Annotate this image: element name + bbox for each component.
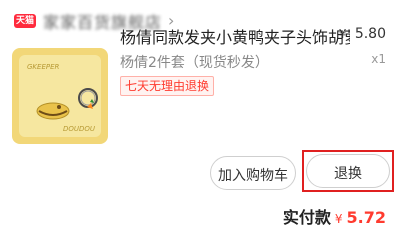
total-value: 5.72 [346,208,386,227]
carrot-ring-icon [78,88,98,109]
price-value: 5.80 [354,26,386,42]
total-currency: ¥ [334,212,343,226]
product-thumbnail[interactable]: GKEEPER DOUDOU [12,48,108,144]
return-button-highlight [302,150,394,192]
product-quantity: x1 [371,52,386,66]
tmall-badge: 天猫 [14,14,36,28]
total-paid: 实付款 ¥ 5.72 [283,204,386,228]
add-to-cart-button[interactable]: 加入购物车 [210,156,296,190]
product-title[interactable]: 杨倩同款发夹小黄鸭夹子头饰胡萝卜 [120,24,350,48]
duck-clip-icon [36,102,70,120]
total-label: 实付款 [282,208,331,227]
thumbnail-brand-tag-2: DOUDOU [62,125,95,133]
return-policy-badge: 七天无理由退换 [120,76,215,96]
product-thumbnail-inner: GKEEPER DOUDOU [19,55,101,137]
product-variant: 杨倩2件套（现货秒发） [120,55,269,71]
product-price: ¥ 5.80 [339,26,386,42]
price-currency: ¥ [338,27,347,41]
thumbnail-brand-tag: GKEEPER [27,63,60,71]
